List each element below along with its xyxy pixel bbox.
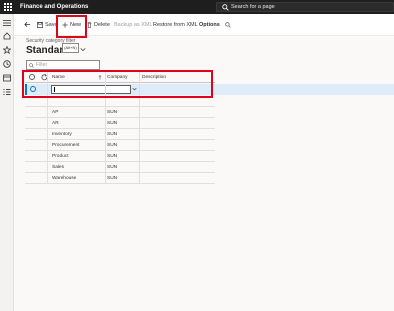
cell-company: SUN — [107, 154, 118, 159]
delete-label: Delete — [94, 22, 110, 28]
filter-placeholder: Filter — [36, 62, 48, 68]
new-button-highlight — [56, 15, 87, 38]
search-box[interactable]: Search for a page — [216, 2, 394, 12]
cell-company: SUN — [107, 110, 118, 115]
restore-xml-button[interactable]: Restore from XML — [153, 14, 198, 36]
left-nav — [0, 14, 14, 311]
cell-company: SUN — [107, 176, 118, 181]
cell-company: SUN — [107, 143, 118, 148]
delete-button[interactable]: Delete — [87, 14, 110, 36]
app-title: Finance and Operations — [20, 4, 89, 10]
table-row[interactable]: Warehouse SUN — [25, 173, 215, 184]
action-search-button[interactable] — [225, 14, 233, 36]
backup-xml-button[interactable]: Backup as XML — [114, 14, 153, 36]
clock-icon[interactable] — [3, 60, 11, 68]
home-icon[interactable] — [3, 32, 11, 40]
cell-name: Sales — [52, 165, 64, 170]
waffle-icon[interactable] — [4, 3, 12, 11]
table-row[interactable]: Inventory SUN — [25, 129, 215, 140]
delete-icon — [87, 21, 92, 28]
save-button[interactable]: Save — [37, 14, 58, 36]
star-icon[interactable] — [3, 46, 11, 54]
table-row[interactable]: Procurement SUN — [25, 140, 215, 151]
workspace-icon[interactable] — [3, 74, 11, 82]
cell-name: AR — [52, 121, 59, 126]
table-row[interactable]: Sales SUN — [25, 162, 215, 173]
chevron-down-icon[interactable] — [80, 47, 86, 52]
grid-new-row-highlight — [22, 70, 213, 98]
top-bar: Finance and Operations Search for a page — [0, 0, 394, 14]
search-icon — [225, 21, 231, 28]
cell-company: SUN — [107, 121, 118, 126]
cell-name: Procurement — [52, 143, 80, 148]
search-icon — [222, 4, 229, 11]
cell-name: Warehouse — [52, 176, 77, 181]
menu-icon[interactable] — [3, 19, 11, 27]
cell-company: SUN — [107, 165, 118, 170]
list-icon[interactable] — [3, 88, 11, 96]
filter-icon — [29, 63, 34, 68]
options-tab[interactable]: Options — [199, 14, 220, 36]
back-button[interactable] — [24, 14, 33, 36]
back-icon — [24, 22, 31, 28]
cell-name: Product — [52, 154, 69, 159]
filter-input[interactable]: Filter — [26, 60, 100, 70]
cell-company: SUN — [107, 132, 118, 137]
cell-name: AP — [52, 110, 59, 115]
save-icon — [37, 21, 43, 28]
search-placeholder: Search for a page — [231, 4, 275, 10]
table-row[interactable]: AR SUN — [25, 118, 215, 129]
table-row[interactable]: Product SUN — [25, 151, 215, 162]
new-tooltip: (Alt+N) — [62, 43, 79, 53]
cell-name: Inventory — [52, 132, 72, 137]
table-row[interactable]: AP SUN — [25, 107, 215, 118]
